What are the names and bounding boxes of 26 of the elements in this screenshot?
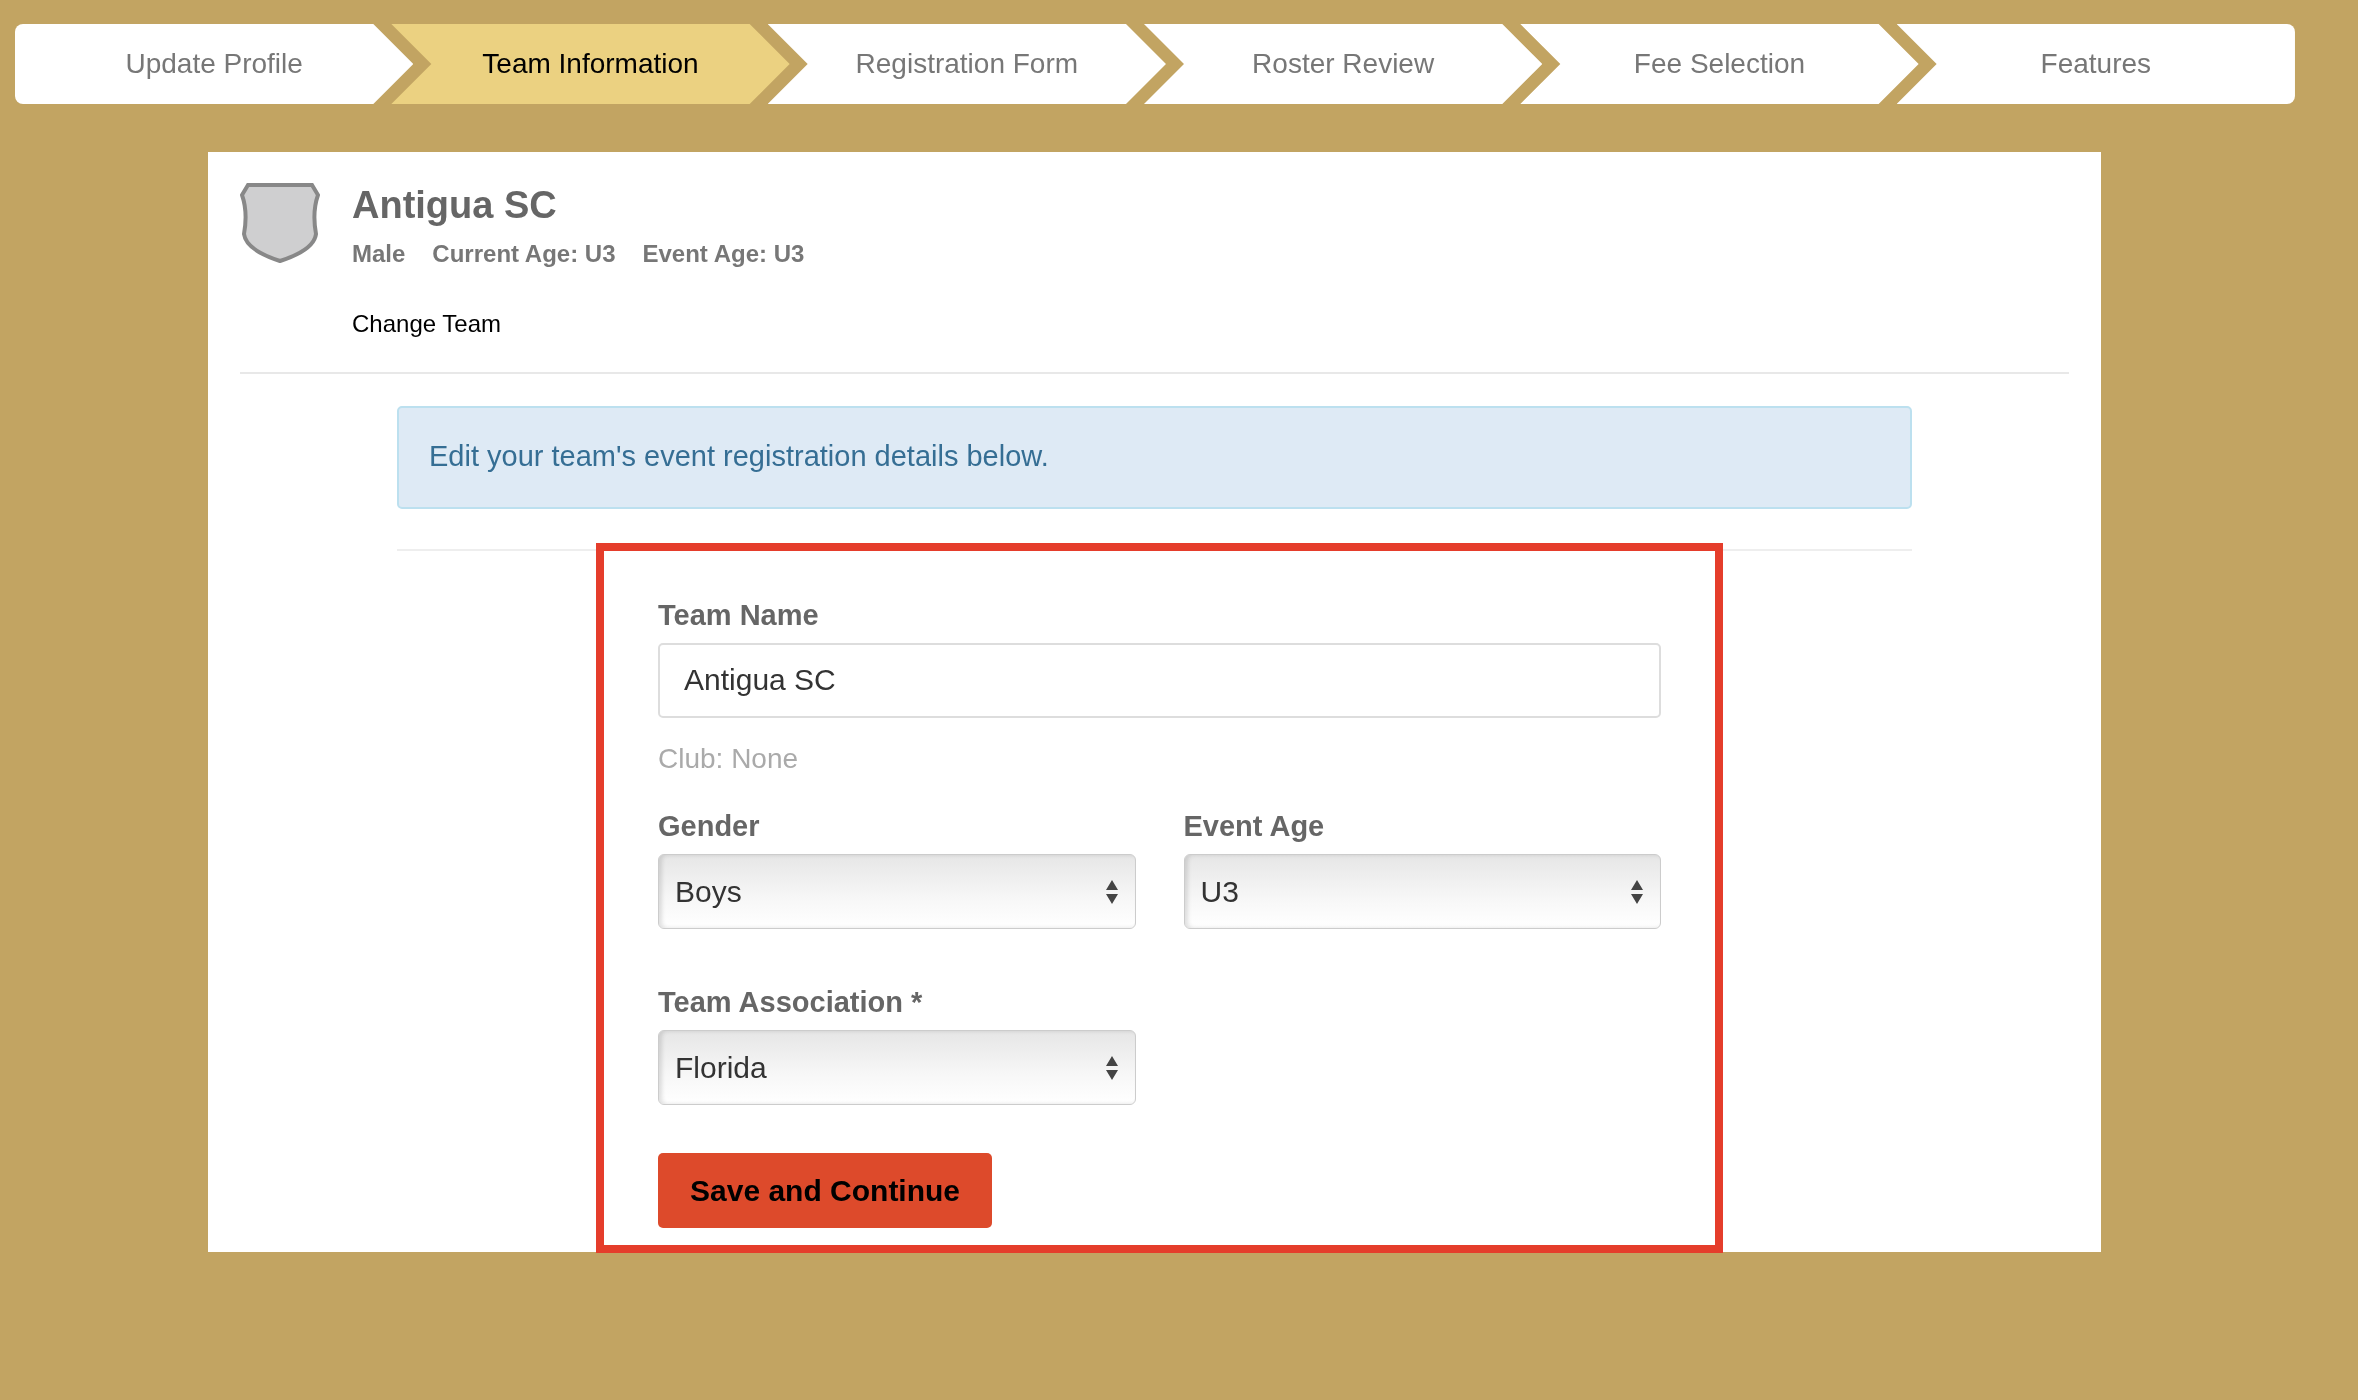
step-tab[interactable]: Team Information	[391, 24, 790, 104]
team-meta: Current Age: U3	[432, 238, 616, 269]
field-label: Gender	[658, 808, 761, 844]
step-tab[interactable]: Update Profile	[15, 24, 414, 104]
shield-icon	[240, 182, 320, 264]
field-label: Team Name	[658, 597, 820, 633]
select-field[interactable]: U3	[1183, 854, 1661, 929]
team-meta: Male	[352, 238, 406, 269]
step-tab[interactable]: Registration Form	[767, 24, 1166, 104]
team-name-input[interactable]: Antigua SC	[658, 642, 1661, 718]
stepper-icon	[1630, 878, 1644, 905]
team-title: Antigua SC	[352, 183, 558, 228]
club-note: Club: None	[658, 741, 800, 776]
info-alert: Edit your team's event registration details below.	[397, 405, 1912, 509]
field-label: Event Age	[1183, 808, 1326, 844]
step-tab[interactable]: Fee Selection	[1520, 24, 1919, 104]
select-field[interactable]: Boys	[658, 854, 1136, 929]
step-tab[interactable]: Features	[1896, 24, 2295, 104]
change-team-link[interactable]: Change Team	[352, 305, 805, 342]
save-and-continue-button[interactable]: Save and Continue	[658, 1153, 993, 1229]
team-meta: Event Age: U3	[642, 238, 805, 269]
stepper-icon	[1104, 878, 1119, 905]
field-label: Team Association *	[658, 985, 924, 1020]
stepper-icon	[1104, 1054, 1119, 1081]
select-field[interactable]: Florida	[658, 1030, 1136, 1106]
step-tab[interactable]: Roster Review	[1144, 24, 1543, 104]
